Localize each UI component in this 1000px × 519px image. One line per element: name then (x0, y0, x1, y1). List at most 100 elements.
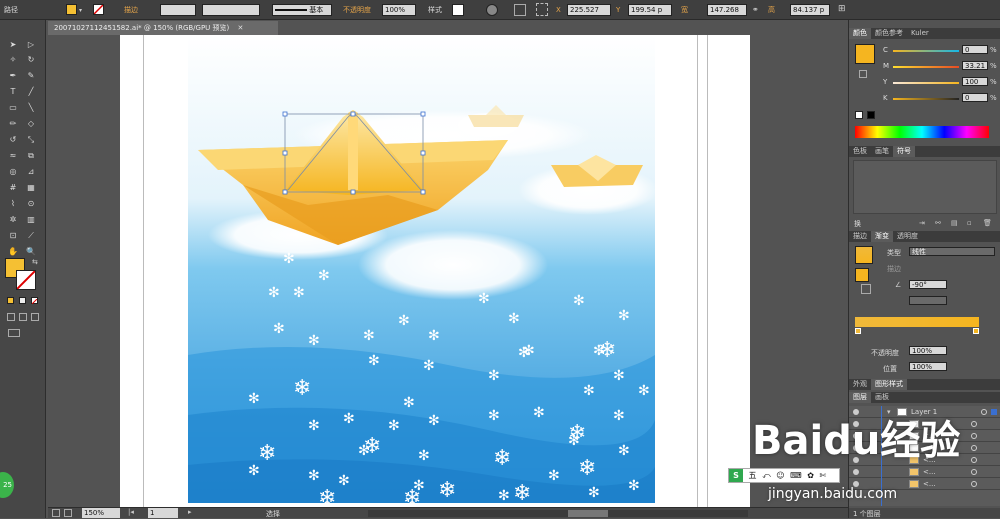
chevron-down-icon[interactable]: ▾ (79, 7, 85, 14)
variable-width-field[interactable] (202, 4, 260, 16)
gradient-position-field[interactable]: 100% (909, 362, 947, 371)
trash-icon[interactable]: 🗑 (983, 219, 992, 227)
align-icon[interactable] (514, 4, 526, 16)
draw-behind-icon[interactable] (19, 313, 27, 321)
doc-info-icon[interactable] (52, 509, 60, 517)
gradient-tool-icon[interactable]: ▦ (26, 183, 36, 193)
direct-selection-tool-icon[interactable]: ▷ (26, 40, 36, 50)
cyan-value[interactable]: 0 (962, 45, 988, 54)
horizontal-scrollbar[interactable] (368, 510, 748, 517)
symbols-area[interactable] (853, 160, 997, 214)
blend-tool-icon[interactable]: ⊙ (26, 199, 36, 209)
column-graph-tool-icon[interactable]: ▥ (26, 215, 36, 225)
tab-color[interactable]: 颜色 (849, 28, 871, 39)
magenta-value[interactable]: 33.21 (962, 61, 988, 70)
tab-color-guide[interactable]: 颜色参考 (871, 28, 907, 39)
none-mode-icon[interactable] (31, 297, 38, 305)
gradient-stop-end[interactable] (973, 328, 979, 334)
ime-toolbar[interactable]: S 五 ⤺ ☺ ⌨ ✿ ✄ (728, 468, 840, 483)
graphic-style-swatch[interactable] (452, 4, 464, 16)
visibility-eye-icon[interactable] (853, 469, 859, 475)
hand-tool-icon[interactable]: ✋ (8, 247, 18, 257)
document-tab[interactable]: 20071027112451582.ai* @ 150% (RGB/GPU 预览… (48, 21, 278, 35)
gradient-type-select[interactable]: 线性 (909, 247, 995, 256)
width-field[interactable]: 147.268 (707, 4, 747, 16)
eraser-tool-icon[interactable]: ◇ (26, 119, 36, 129)
symbol-options-icon[interactable]: ▤ (951, 219, 958, 227)
target-icon[interactable] (971, 445, 977, 451)
curvature-tool-icon[interactable]: ✎ (26, 71, 36, 81)
gradient-preview-swatch[interactable] (855, 246, 873, 264)
first-page-icon[interactable]: |◂ (128, 508, 134, 516)
target-icon[interactable] (971, 421, 977, 427)
zoom-field[interactable]: 150% (82, 508, 120, 518)
fill-stroke-swap-icon[interactable] (861, 284, 871, 294)
pen-tool-icon[interactable]: ✒ (8, 71, 18, 81)
scrollbar-thumb[interactable] (568, 510, 608, 517)
screen-mode-icon[interactable] (8, 329, 20, 337)
export-icon[interactable] (64, 509, 72, 517)
aspect-ratio-field[interactable] (909, 296, 947, 305)
close-icon[interactable]: ✕ (238, 24, 244, 32)
color-spectrum[interactable] (855, 126, 989, 138)
target-icon[interactable] (971, 433, 977, 439)
next-page-icon[interactable]: ▸ (188, 508, 192, 516)
target-icon[interactable] (971, 469, 977, 475)
x-field[interactable]: 225.527 (567, 4, 611, 16)
none-color-icon[interactable] (855, 111, 863, 119)
black-value[interactable]: 0 (962, 93, 988, 102)
ime-mode-label[interactable]: 五 (749, 471, 757, 480)
cyan-slider[interactable] (893, 50, 959, 52)
tab-appearance[interactable]: 外观 (849, 379, 871, 390)
zoom-tool-icon[interactable]: 🔍 (26, 247, 36, 257)
perspective-grid-tool-icon[interactable]: ⊿ (26, 167, 36, 177)
draw-inside-icon[interactable] (31, 313, 39, 321)
link-icon[interactable]: ⚭ (752, 6, 762, 14)
opacity-label[interactable]: 不透明度 (343, 5, 371, 15)
sublayer-row[interactable]: <... (849, 466, 1000, 478)
artwork[interactable]: ✻ ✻ ✻ ✻ ✻ ✻ ✻ ✻ ✻ ✻ ✻ ✻ ✻ ✻ ✻ ✻ ✻ ✻ ✻ ✻ ✻ ✻ ✻ ✻ ✻ ✻ ✻ ✻ ✻ ✻ ✻ … (188, 35, 655, 503)
lasso-tool-icon[interactable]: ↻ (26, 55, 36, 65)
tab-brushes[interactable]: 画笔 (871, 146, 893, 157)
warp-tool-icon[interactable]: ≈ (8, 151, 18, 161)
page-field[interactable]: 1 (148, 508, 178, 518)
swap-icon[interactable]: ⇆ (32, 258, 38, 266)
mesh-tool-icon[interactable]: # (8, 183, 18, 193)
tab-kuler[interactable]: Kuler (907, 28, 933, 39)
settings-icon[interactable]: ✄ (819, 471, 826, 480)
magic-wand-tool-icon[interactable]: ✧ (8, 55, 18, 65)
fill-swatch[interactable] (66, 4, 77, 15)
tab-artboards[interactable]: 画板 (871, 392, 893, 403)
break-link-icon[interactable]: ⚯ (935, 219, 941, 227)
tab-gradient[interactable]: 渐变 (871, 231, 893, 242)
yellow-value[interactable]: 100 (962, 77, 988, 86)
draw-normal-icon[interactable] (7, 313, 15, 321)
emoji-icon[interactable]: ☺ (776, 471, 784, 480)
pencil-tool-icon[interactable]: ✏ (8, 119, 18, 129)
place-symbol-icon[interactable]: ⇥ (919, 219, 925, 227)
height-field[interactable]: 84.137 p (790, 4, 830, 16)
slice-tool-icon[interactable]: ⟋ (26, 231, 36, 241)
new-symbol-icon[interactable]: ▫ (967, 219, 972, 227)
gradient-slider-bar[interactable] (855, 317, 979, 327)
shape-builder-tool-icon[interactable]: ◎ (8, 167, 18, 177)
scale-tool-icon[interactable]: ⤡ (26, 135, 36, 145)
artboard-tool-icon[interactable]: ⊡ (8, 231, 18, 241)
color-mode-icon[interactable] (7, 297, 14, 304)
target-icon[interactable] (971, 481, 977, 487)
skin-icon[interactable]: ✿ (807, 471, 814, 480)
tab-stroke[interactable]: 描边 (849, 231, 871, 242)
ime-logo-icon[interactable]: S (729, 469, 743, 482)
type-tool-icon[interactable]: T (8, 87, 18, 97)
selection-indicator[interactable] (991, 409, 997, 415)
reference-point-icon[interactable] (536, 3, 548, 16)
stroke-swatch[interactable] (93, 4, 104, 15)
black-color-icon[interactable] (867, 111, 875, 119)
gradient-stop-start[interactable] (855, 328, 861, 334)
tab-graphic-styles[interactable]: 图形样式 (871, 379, 907, 390)
paintbrush-tool-icon[interactable]: ╲ (26, 103, 36, 113)
stroke-label[interactable]: 描边 (124, 5, 138, 15)
y-field[interactable]: 199.54 p (628, 4, 672, 16)
target-icon[interactable] (971, 457, 977, 463)
color-panel-fill-swatch[interactable] (855, 44, 875, 64)
